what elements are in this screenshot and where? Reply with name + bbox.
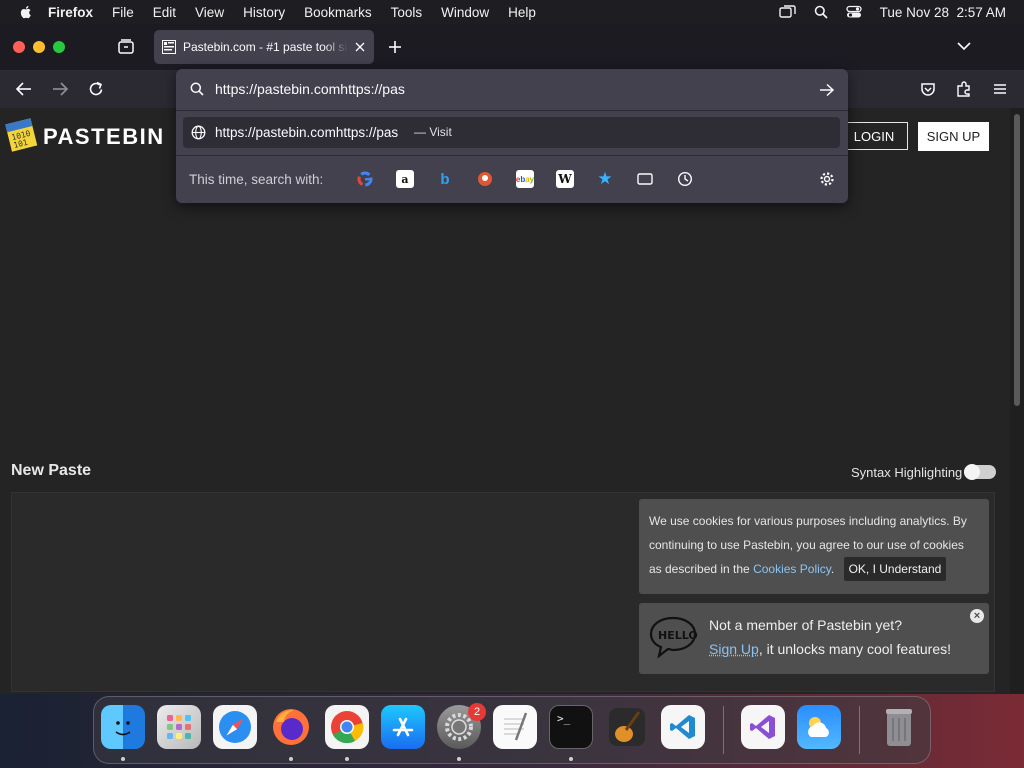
suggestion-action: — Visit bbox=[414, 125, 452, 139]
suggestion-url: https://pastebin.comhttps://pas bbox=[215, 125, 399, 140]
running-indicator bbox=[569, 757, 573, 761]
menu-view[interactable]: View bbox=[195, 5, 224, 20]
spotlight-search-icon[interactable] bbox=[814, 5, 828, 19]
firefox-view-icon[interactable] bbox=[117, 38, 135, 56]
search-with-label: This time, search with: bbox=[189, 172, 324, 187]
list-all-tabs-chevron-icon[interactable] bbox=[957, 41, 971, 51]
pastebin-logo-icon[interactable]: 1010 101 bbox=[4, 115, 38, 153]
page-scrollbar[interactable] bbox=[1010, 108, 1024, 694]
menu-app-firefox[interactable]: Firefox bbox=[48, 5, 93, 20]
bookmarks-icon[interactable]: ★ bbox=[596, 169, 614, 188]
extensions-puzzle-icon[interactable] bbox=[956, 81, 972, 97]
globe-icon bbox=[191, 125, 206, 140]
promo-line-1: Not a member of Pastebin yet? bbox=[709, 617, 902, 633]
close-window-button[interactable] bbox=[13, 41, 25, 53]
amazon-icon[interactable]: a bbox=[396, 170, 414, 188]
divider bbox=[176, 110, 848, 111]
menu-window[interactable]: Window bbox=[441, 5, 489, 20]
settings-badge: 2 bbox=[468, 703, 486, 721]
url-suggestion-row[interactable]: https://pastebin.comhttps://pas — Visit bbox=[183, 117, 840, 148]
signup-promo: HELLO Not a member of Pastebin yet? Sign… bbox=[639, 603, 989, 674]
promo-line-2: , it unlocks many cool features! bbox=[758, 641, 952, 657]
duckduckgo-icon[interactable] bbox=[476, 170, 494, 188]
menu-bookmarks[interactable]: Bookmarks bbox=[304, 5, 372, 20]
running-indicator bbox=[289, 757, 293, 761]
safari-icon[interactable] bbox=[213, 705, 257, 749]
pocket-icon[interactable] bbox=[920, 81, 936, 97]
ebay-icon[interactable]: ebay bbox=[516, 170, 534, 188]
visual-studio-icon[interactable] bbox=[741, 705, 785, 749]
hello-speech-bubble-icon: HELLO bbox=[649, 616, 698, 659]
google-icon[interactable] bbox=[356, 170, 374, 188]
site-brand[interactable]: PASTEBIN bbox=[43, 124, 165, 150]
dock-separator bbox=[723, 706, 724, 754]
close-tab-icon[interactable] bbox=[354, 41, 366, 53]
promo-signup-link[interactable]: Sign Up bbox=[709, 641, 759, 657]
reload-icon[interactable] bbox=[88, 81, 104, 97]
search-settings-gear-icon[interactable] bbox=[818, 170, 836, 188]
menu-bar: Firefox File Edit View History Bookmarks… bbox=[0, 0, 1024, 24]
syntax-highlighting-toggle[interactable] bbox=[964, 464, 996, 480]
url-input-row[interactable]: https://pastebin.comhttps://pas bbox=[176, 69, 848, 110]
apple-icon[interactable] bbox=[18, 4, 34, 20]
url-bar-dropdown: https://pastebin.comhttps://pas https://… bbox=[176, 69, 848, 203]
garageband-icon[interactable] bbox=[605, 705, 649, 749]
trash-icon[interactable] bbox=[877, 705, 921, 749]
zoom-window-button[interactable] bbox=[53, 41, 65, 53]
running-indicator bbox=[345, 757, 349, 761]
ok-understand-button[interactable]: OK, I Understand bbox=[843, 557, 947, 581]
clock[interactable]: Tue Nov 28 2:57 AM bbox=[880, 5, 1006, 20]
vscode-icon[interactable] bbox=[661, 705, 705, 749]
syntax-highlighting-label: Syntax Highlighting bbox=[851, 465, 963, 480]
menu-file[interactable]: File bbox=[112, 5, 134, 20]
dock-separator bbox=[859, 706, 860, 754]
finder-icon[interactable] bbox=[101, 705, 145, 749]
tab-pastebin[interactable]: Pastebin.com - #1 paste tool since 2002! bbox=[154, 30, 374, 64]
wikipedia-icon[interactable]: W bbox=[556, 170, 574, 188]
pastebin-favicon-icon bbox=[162, 40, 176, 54]
tabs-icon[interactable] bbox=[636, 170, 654, 188]
minimize-window-button[interactable] bbox=[33, 41, 45, 53]
scrollbar-thumb[interactable] bbox=[1014, 114, 1020, 406]
cookie-text-end: . bbox=[830, 562, 835, 576]
firefox-app-icon[interactable] bbox=[269, 705, 313, 749]
signup-button[interactable]: SIGN UP bbox=[918, 122, 989, 151]
launchpad-icon[interactable] bbox=[157, 705, 201, 749]
new-paste-heading: New Paste bbox=[11, 462, 92, 479]
back-arrow-icon[interactable] bbox=[15, 81, 32, 97]
app-store-icon[interactable] bbox=[381, 705, 425, 749]
control-center-icon[interactable] bbox=[846, 5, 862, 19]
terminal-icon[interactable]: >_ bbox=[549, 705, 593, 749]
tab-title: Pastebin.com - #1 paste tool since 2002! bbox=[183, 40, 348, 54]
login-button[interactable]: LOGIN bbox=[840, 122, 908, 150]
running-indicator bbox=[457, 757, 461, 761]
search-icon bbox=[190, 82, 204, 96]
forward-arrow-icon[interactable] bbox=[52, 81, 69, 97]
menu-edit[interactable]: Edit bbox=[153, 5, 176, 20]
hamburger-menu-icon[interactable] bbox=[992, 81, 1008, 97]
divider bbox=[176, 155, 848, 156]
history-icon[interactable] bbox=[676, 170, 694, 188]
url-input[interactable]: https://pastebin.comhttps://pas bbox=[215, 81, 405, 97]
cookie-notice: We use cookies for various purposes incl… bbox=[639, 499, 989, 594]
menu-help[interactable]: Help bbox=[508, 5, 536, 20]
bing-icon[interactable]: b bbox=[436, 170, 454, 188]
new-tab-icon[interactable] bbox=[387, 39, 403, 55]
screen-mirroring-icon[interactable] bbox=[778, 5, 796, 19]
go-arrow-icon[interactable] bbox=[819, 83, 834, 97]
textedit-icon[interactable] bbox=[493, 705, 537, 749]
chrome-icon[interactable] bbox=[325, 705, 369, 749]
menu-tools[interactable]: Tools bbox=[391, 5, 423, 20]
menu-history[interactable]: History bbox=[243, 5, 285, 20]
cookies-policy-link[interactable]: Cookies Policy bbox=[753, 562, 831, 576]
close-promo-icon[interactable]: × bbox=[970, 609, 984, 623]
running-indicator bbox=[121, 757, 125, 761]
svg-text:HELLO: HELLO bbox=[658, 629, 698, 642]
weather-icon[interactable] bbox=[797, 705, 841, 749]
